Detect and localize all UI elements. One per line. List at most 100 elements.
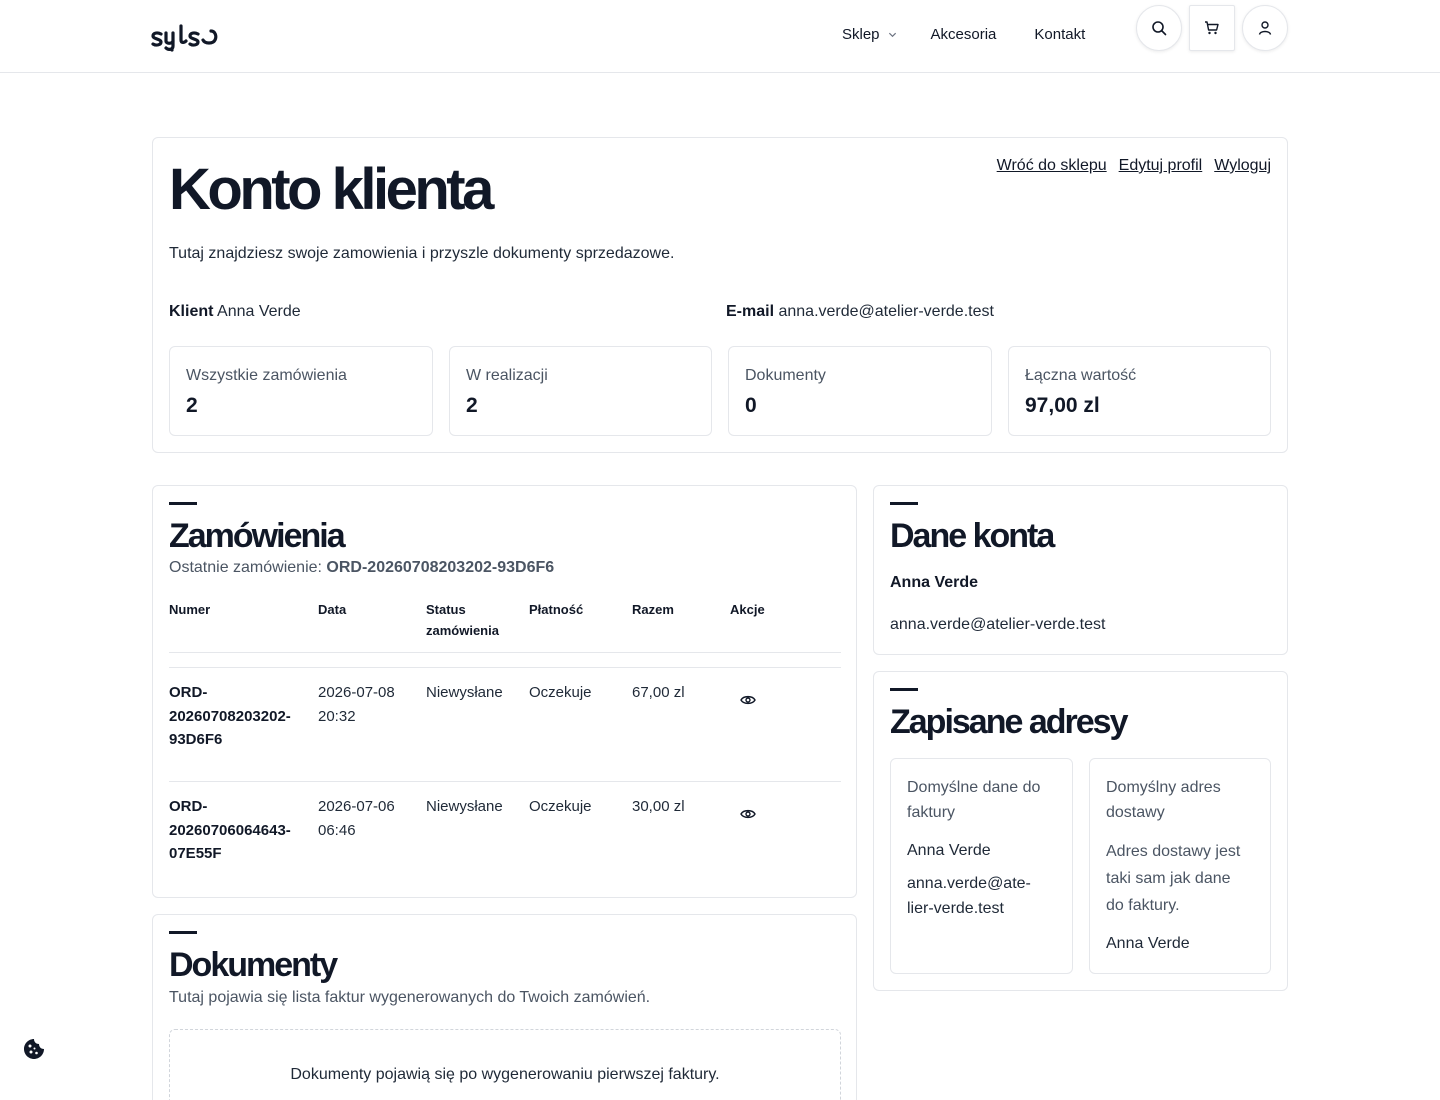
billing-label-line: faktury (907, 804, 956, 821)
col-date: Data (318, 602, 347, 617)
last-order-label: Ostatnie zamówienie: (169, 559, 322, 576)
billing-name: Anna Verde (907, 842, 991, 859)
shipping-note-line: Adres dostawy jest (1106, 843, 1241, 860)
stat-value: 2 (186, 394, 198, 417)
order-date-time: 06:46 (318, 821, 356, 839)
site-header: Sklep Akcesoria Kontakt (0, 0, 1440, 73)
logout-link[interactable]: Wyloguj (1214, 157, 1271, 175)
documents-empty-text: Dokumenty pojawią się po wygenerowaniu p… (290, 1066, 720, 1083)
order-date-time: 20:32 (318, 707, 356, 725)
order-total: 30,00 zl (632, 798, 685, 815)
order-number-part: 20260708203202- (169, 707, 291, 725)
cart-button[interactable] (1189, 5, 1235, 51)
order-number[interactable]: ORD- 20260706064643- 07E55F (169, 795, 291, 866)
order-date-day: 2026-07-08 (318, 684, 395, 701)
stat-documents: Dokumenty 0 (728, 346, 992, 436)
last-order-value: ORD-20260708203202-93D6F6 (326, 559, 555, 576)
stat-all-orders: Wszystkie zamówienia 2 (169, 346, 433, 436)
order-date: 2026-07-08 20:32 (318, 681, 395, 728)
orders-card: Zamówienia Ostatnie zamówienie: ORD-2026… (152, 485, 857, 898)
col-number: Numer (169, 602, 211, 617)
account-name: Anna Verde (890, 574, 979, 591)
stat-in-progress: W realizacji 2 (449, 346, 712, 436)
account-button[interactable] (1242, 5, 1288, 51)
search-icon (1152, 21, 1167, 36)
client-value: Anna Verde (217, 303, 301, 320)
account-overview-card: Konto klienta Wróć do sklepu Edytuj prof… (152, 137, 1288, 453)
email-label: E-mail (726, 303, 775, 320)
view-order-icon[interactable] (740, 806, 756, 822)
order-number-part: ORD- (169, 684, 208, 701)
col-total: Razem (632, 602, 674, 617)
documents-card: Dokumenty Tutaj pojawia się lista faktur… (152, 914, 857, 1100)
page-description: Tutaj znajdziesz swoje zamowienia i przy… (169, 245, 675, 262)
nav-accessories[interactable]: Akcesoria (931, 26, 997, 43)
account-email: anna.verde@atelier-verde.test (890, 616, 1106, 633)
shipping-address-label: Domyślny adres dostawy (1106, 775, 1261, 825)
shipping-note-line: taki sam jak dane (1106, 870, 1231, 887)
nav-contact[interactable]: Kontakt (1034, 26, 1085, 43)
order-total: 67,00 zl (632, 684, 685, 701)
email-value: anna.verde@atelier-verde.test (778, 303, 994, 320)
order-payment: Oczekuje (529, 798, 592, 815)
stat-value: 97,00 zl (1025, 394, 1100, 417)
documents-empty-state: Dokumenty pojawią się po wygenerowaniu p… (169, 1029, 841, 1100)
order-date: 2026-07-06 06:46 (318, 795, 395, 842)
order-date-day: 2026-07-06 (318, 798, 395, 815)
billing-address-card: Domyślne dane do faktury Anna Verde anna… (890, 758, 1073, 974)
billing-email-line: lier-verde.test (907, 900, 1004, 917)
nav-contact-label: Kontakt (1034, 26, 1086, 43)
client-info: Klient Anna Verde (169, 303, 301, 321)
section-accent (890, 502, 918, 505)
chevron-down-icon (888, 32, 896, 38)
stat-label: W realizacji (466, 367, 548, 384)
billing-email: anna.verde@ate- lier-verde.test (907, 871, 1062, 921)
search-button[interactable] (1136, 5, 1182, 51)
shipping-note: Adres dostawy jest taki sam jak dane do … (1106, 838, 1261, 919)
nav-accessories-label: Akcesoria (930, 26, 997, 43)
shipping-label-line: Domyślny adres (1106, 779, 1221, 796)
cart-icon (1205, 21, 1219, 35)
edit-profile-link[interactable]: Edytuj profil (1119, 157, 1203, 175)
stat-value: 2 (466, 394, 478, 417)
table-divider (169, 781, 841, 782)
order-status: Niewysłane (426, 684, 503, 701)
order-number-part: ORD- (169, 798, 208, 815)
stat-label: Łączna wartość (1025, 367, 1137, 384)
col-payment: Płatność (529, 602, 584, 617)
billing-email-line: anna.verde@ate- (907, 875, 1031, 892)
main-nav: Sklep Akcesoria Kontakt (842, 26, 1085, 43)
billing-address-label: Domyślne dane do faktury (907, 775, 1062, 825)
section-accent (890, 688, 918, 691)
section-accent (169, 931, 197, 934)
shipping-label-line: dostawy (1106, 804, 1165, 821)
last-order: Ostatnie zamówienie: ORD-20260708203202-… (169, 559, 554, 577)
col-actions: Akcje (730, 602, 765, 617)
shipping-address-card: Domyślny adres dostawy Adres dostawy jes… (1089, 758, 1271, 974)
view-order-icon[interactable] (740, 692, 756, 708)
shipping-note-line: do faktury. (1106, 897, 1180, 914)
brand-logo[interactable] (151, 20, 221, 52)
stat-label: Dokumenty (745, 367, 826, 384)
orders-title: Zamówienia (169, 517, 346, 555)
section-accent (169, 502, 197, 505)
col-status-line-2: zamówienia (426, 623, 499, 638)
account-links: Wróć do sklepu Edytuj profil Wyloguj (997, 157, 1271, 175)
page-title: Konto klienta (169, 157, 494, 222)
order-number-part: 93D6F6 (169, 731, 223, 748)
col-status: Status zamówienia (426, 599, 499, 641)
stat-value: 0 (745, 394, 757, 417)
documents-subtitle: Tutaj pojawia się lista faktur wygenerow… (169, 989, 651, 1006)
order-number[interactable]: ORD- 20260708203202- 93D6F6 (169, 681, 291, 752)
documents-title: Dokumenty (169, 946, 338, 984)
order-payment: Oczekuje (529, 684, 592, 701)
cookie-icon[interactable] (22, 1037, 46, 1061)
email-info: E-mail anna.verde@atelier-verde.test (726, 303, 994, 321)
account-data-card: Dane konta Anna Verde anna.verde@atelier… (873, 485, 1288, 655)
back-to-shop-link[interactable]: Wróć do sklepu (997, 157, 1107, 175)
nav-shop[interactable]: Sklep (842, 26, 897, 43)
account-data-title: Dane konta (890, 517, 1055, 555)
table-divider (169, 667, 841, 668)
stat-total-value: Łączna wartość 97,00 zl (1008, 346, 1271, 436)
table-divider (169, 652, 841, 653)
